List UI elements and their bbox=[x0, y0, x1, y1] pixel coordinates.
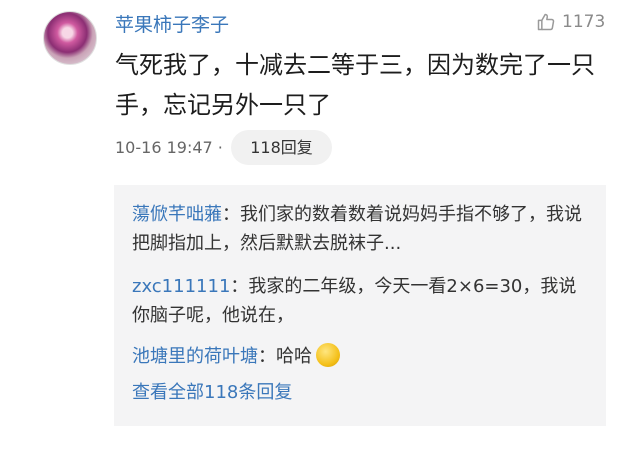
reply-item: 池塘里的荷叶塘：哈哈 bbox=[132, 342, 590, 371]
reply-item: zxc111111：我家的二年级，今天一看2×6=30，我说你脑子呢，他说在， bbox=[132, 272, 590, 330]
reply-text: 哈哈 bbox=[276, 346, 312, 367]
reply-author[interactable]: 池塘里的荷叶塘 bbox=[132, 346, 258, 367]
reply-button[interactable]: 118回复 bbox=[231, 130, 332, 165]
like-button[interactable]: 1173 bbox=[536, 10, 605, 34]
reply-separator: ： bbox=[230, 276, 249, 297]
reply-separator: ： bbox=[258, 346, 276, 367]
replies-panel: 蕩俽芊咄蕥：我们家的数着数着说妈妈手指不够了，我说把脚指加上，然后默默去脱袜子.… bbox=[114, 185, 606, 426]
comment-text: 气死我了，十减去二等于三，因为数完了一只手，忘记另外一只了 bbox=[115, 51, 595, 119]
reply-author[interactable]: 蕩俽芊咄蕥 bbox=[132, 204, 222, 225]
reply-item: 蕩俽芊咄蕥：我们家的数着数着说妈妈手指不够了，我说把脚指加上，然后默默去脱袜子.… bbox=[132, 200, 590, 258]
avatar[interactable] bbox=[43, 11, 97, 65]
grinning-face-emoji bbox=[316, 343, 340, 367]
username[interactable]: 苹果柿子李子 bbox=[115, 10, 229, 37]
thumbs-up-icon bbox=[537, 13, 555, 31]
reply-separator: ： bbox=[222, 204, 240, 225]
reply-author[interactable]: zxc111111 bbox=[132, 276, 230, 297]
like-count: 1173 bbox=[562, 12, 606, 32]
view-all-replies-link[interactable]: 查看全部118条回复 bbox=[132, 378, 292, 407]
comment-time: 10-16 19:47 · bbox=[115, 138, 223, 157]
